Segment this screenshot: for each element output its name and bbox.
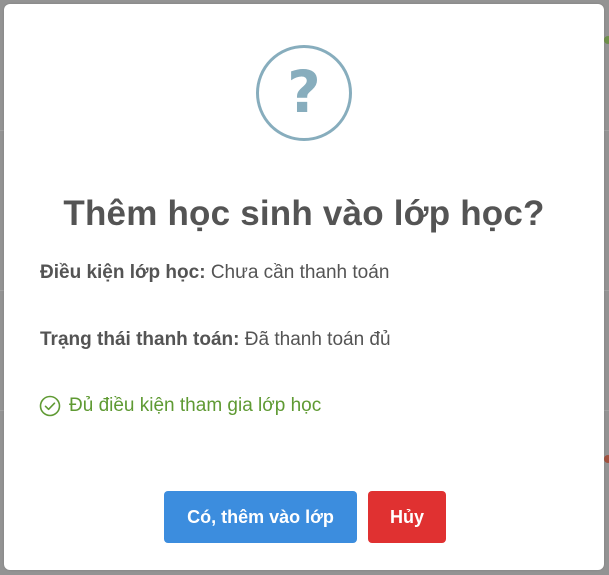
cancel-button[interactable]: Hủy <box>368 491 446 543</box>
confirm-dialog: ? Thêm học sinh vào lớp học? Điều kiện l… <box>4 4 604 570</box>
payment-status-row: Trạng thái thanh toán: Đã thanh toán đủ <box>40 329 391 351</box>
question-mark-icon: ? <box>256 45 352 141</box>
eligibility-text: Đủ điều kiện tham gia lớp học <box>69 395 322 416</box>
eligibility-message: Đủ điều kiện tham gia lớp học <box>39 395 321 417</box>
question-mark-glyph: ? <box>287 58 321 126</box>
background-status-dot <box>604 36 609 44</box>
payment-status-label: Trạng thái thanh toán: <box>40 329 240 350</box>
payment-status-value: Đã thanh toán đủ <box>244 329 391 350</box>
check-circle-icon <box>39 395 61 417</box>
class-condition-label: Điều kiện lớp học: <box>40 262 206 283</box>
confirm-add-button[interactable]: Có, thêm vào lớp <box>164 491 357 543</box>
dialog-title: Thêm học sinh vào lớp học? <box>63 194 545 233</box>
class-condition-value: Chưa cần thanh toán <box>210 262 390 283</box>
class-condition-row: Điều kiện lớp học: Chưa cần thanh toán <box>40 262 389 284</box>
background-status-dot <box>604 455 609 463</box>
